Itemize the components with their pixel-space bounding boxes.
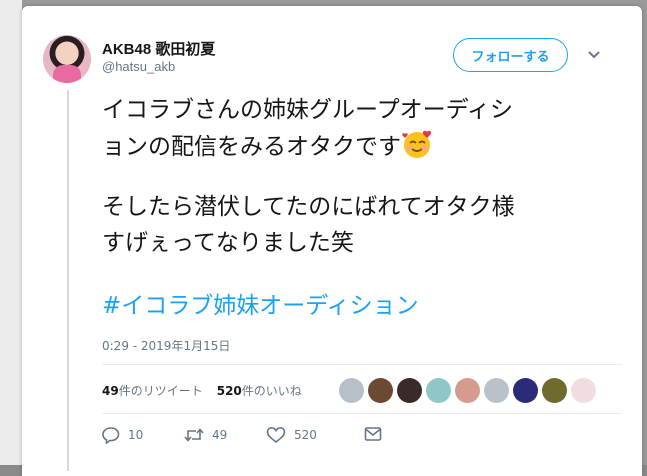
liker-avatar[interactable] (513, 378, 538, 403)
tweet-text: イコラブさんの姉妹グループオーディシ ョンの配信をみるオタクです そしたら潜伏し… (102, 92, 622, 261)
retweet-icon (184, 428, 204, 442)
user-handle[interactable]: @hatsu_akb (102, 59, 175, 74)
liker-avatar[interactable] (397, 378, 422, 403)
direct-message-button[interactable] (364, 426, 382, 442)
liker-avatar[interactable] (571, 378, 596, 403)
follow-button[interactable]: フォローする (453, 38, 568, 72)
liker-avatar[interactable] (542, 378, 567, 403)
thread-line (67, 90, 69, 471)
smiling-face-with-hearts-emoji (402, 130, 432, 158)
chevron-down-icon[interactable] (588, 50, 600, 60)
display-name[interactable]: AKB48 歌田初夏 (102, 38, 215, 59)
background-page-strip (0, 0, 22, 465)
reply-icon (102, 427, 120, 444)
liker-avatar[interactable] (484, 378, 509, 403)
likes-stat[interactable]: 520件のいいね (217, 384, 302, 398)
tweet-text-line-with-emoji: ョンの配信をみるオタクです (102, 128, 622, 165)
like-count: 520 (294, 428, 317, 442)
message-icon (364, 427, 382, 441)
divider (102, 413, 622, 414)
tweet-text-line: すげぇってなりました笑 (102, 230, 354, 256)
reply-count: 10 (128, 428, 144, 442)
engagement-stats: 49件のリツイート 520件のいいね (102, 382, 302, 399)
retweet-button[interactable]: 49 (184, 426, 227, 444)
divider (102, 364, 622, 365)
avatar[interactable] (43, 35, 91, 83)
liker-avatar[interactable] (368, 378, 393, 403)
retweet-count: 49 (212, 428, 228, 442)
retweets-stat[interactable]: 49件のリツイート (102, 384, 203, 398)
liker-avatars (339, 378, 596, 404)
liker-avatar[interactable] (339, 378, 364, 403)
tweet-card: AKB48 歌田初夏 @hatsu_akb フォローする イコラブさんの姉妹グル… (22, 6, 642, 476)
tweet-timestamp[interactable]: 0:29 - 2019年1月15日 (102, 337, 230, 354)
hashtag-link[interactable]: #イコラブ姉妹オーディション (102, 286, 419, 320)
like-button[interactable]: 520 (266, 426, 317, 444)
tweet-text-line: イコラブさんの姉妹グループオーディシ (102, 97, 514, 123)
liker-avatar[interactable] (455, 378, 480, 403)
heart-icon (266, 426, 286, 444)
reply-button[interactable]: 10 (102, 426, 143, 444)
tweet-text-line: そしたら潜伏してたのにばれてオタク様 (102, 194, 515, 220)
liker-avatar[interactable] (426, 378, 451, 403)
